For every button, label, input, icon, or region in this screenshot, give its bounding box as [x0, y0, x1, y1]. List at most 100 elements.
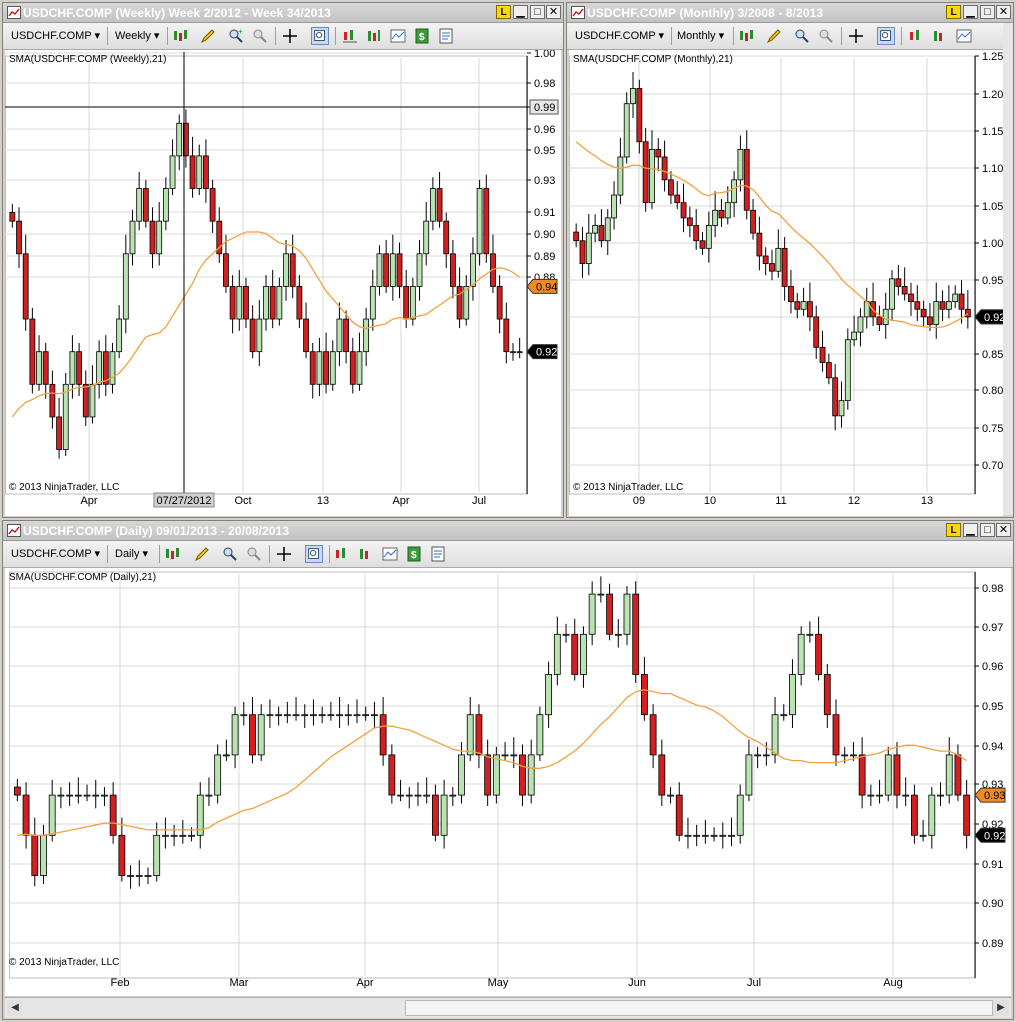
monthly-copyright: © 2013 NinjaTrader, LLC [573, 482, 684, 493]
candle-down [675, 794, 683, 836]
candle-up [476, 188, 483, 255]
indicators-icon[interactable] [907, 27, 925, 45]
candle-down [699, 240, 706, 249]
interval-selector[interactable]: Monthly ▾ [677, 27, 724, 45]
maximize-button[interactable]: □ [980, 523, 995, 537]
sma-value-tag: 0.94 [526, 278, 558, 294]
zoom-out-icon[interactable] [251, 27, 269, 45]
monthly-chart-canvas[interactable]: 1.251.201.151.101.051.000.950.900.850.80… [569, 50, 1003, 516]
x-tick-label: 13 [317, 495, 329, 507]
link-button[interactable]: L [496, 5, 511, 19]
candle-up [92, 794, 100, 797]
candle-up [176, 122, 183, 157]
last-price-tag: 0.92 [974, 309, 1003, 325]
interval-selector[interactable]: Daily ▾ [115, 545, 148, 563]
scroll-thumb[interactable] [405, 1000, 993, 1016]
monthly-vertical-scrollbar[interactable] [1003, 23, 1013, 515]
zoom-out-icon[interactable] [817, 27, 835, 45]
candle-down [693, 225, 700, 242]
close-button[interactable]: ✕ [996, 5, 1011, 19]
properties-icon[interactable] [429, 545, 447, 563]
instrument-selector[interactable]: USDCHF.COMP ▾ [11, 545, 100, 563]
crosshair-icon[interactable] [281, 27, 299, 45]
data-box-icon[interactable] [877, 27, 895, 45]
link-button[interactable]: L [946, 5, 961, 19]
crosshair-icon[interactable] [847, 27, 865, 45]
candle-down [249, 714, 256, 756]
close-button[interactable]: ✕ [996, 523, 1011, 537]
candle-down [118, 834, 126, 876]
weekly-chart-canvas[interactable]: 1.000.980.970.960.950.930.910.900.890.88… [5, 50, 561, 516]
strategies-icon[interactable] [365, 27, 383, 45]
instrument-selector[interactable]: USDCHF.COMP ▾ [575, 27, 664, 45]
order-entry-icon[interactable]: $ [413, 27, 431, 45]
candle-down [958, 293, 965, 310]
pencil-draw-icon[interactable] [765, 27, 783, 45]
monthly-title-bar[interactable]: USDCHF.COMP (Monthly) 3/2008 - 8/2013 L … [567, 3, 1013, 23]
svg-text:+: + [238, 27, 243, 36]
candle-down [579, 240, 586, 264]
daily-window-title: USDCHF.COMP (Daily) 09/01/2013 - 20/08/2… [23, 524, 290, 538]
candle-down [475, 714, 483, 756]
candle-down [56, 416, 62, 450]
candle-up [889, 278, 895, 310]
strategies-icon[interactable] [357, 545, 375, 563]
indicators-icon[interactable] [341, 27, 359, 45]
pencil-draw-icon[interactable] [193, 545, 211, 563]
chart-style-icon[interactable] [163, 545, 181, 563]
indicators-icon[interactable] [333, 545, 351, 563]
candle-up [851, 331, 858, 341]
candle-up [266, 714, 274, 717]
daily-copyright: © 2013 NinjaTrader, LLC [9, 957, 120, 968]
candle-down [954, 754, 962, 796]
plot-area [9, 571, 976, 979]
maximize-button[interactable]: □ [530, 5, 545, 19]
candle-down [606, 593, 613, 635]
candle-down [674, 194, 681, 204]
daily-horizontal-scrollbar[interactable]: ◀ ▶ [5, 997, 1011, 1018]
pencil-draw-icon[interactable] [199, 27, 217, 45]
chart-properties-icon[interactable] [955, 27, 973, 45]
candle-up [527, 754, 535, 796]
maximize-button[interactable]: □ [980, 5, 995, 19]
interval-label: Monthly [677, 30, 716, 42]
minimize-button[interactable]: ▁ [963, 523, 978, 537]
candle-up [562, 633, 570, 636]
candle-up [440, 794, 448, 836]
zoom-in-icon[interactable] [793, 27, 811, 45]
instrument-selector[interactable]: USDCHF.COMP ▾ [11, 27, 100, 45]
zoom-in-icon[interactable]: + [227, 27, 245, 45]
chart-style-icon[interactable] [737, 27, 755, 45]
strategies-icon[interactable] [931, 27, 949, 45]
link-button[interactable]: L [946, 523, 961, 537]
close-button[interactable]: ✕ [546, 5, 561, 19]
data-box-icon[interactable] [305, 545, 323, 563]
daily-chart-panel[interactable]: 0.98 0.97 0.96 0.95 0.94 0.93 0.92 0.91 0.90 0.89… [5, 568, 1011, 996]
daily-chart-canvas[interactable]: 0.98 0.97 0.96 0.95 0.94 0.93 0.92 0.91 0.90 0.89… [5, 568, 1011, 996]
minimize-button[interactable]: ▁ [963, 5, 978, 19]
chart-style-icon[interactable] [171, 27, 189, 45]
properties-icon[interactable] [437, 27, 455, 45]
crosshair-icon[interactable] [275, 545, 293, 563]
weekly-chart-panel[interactable]: 1.000.980.970.960.950.930.910.900.890.88… [5, 50, 561, 516]
chart-properties-icon[interactable] [381, 545, 399, 563]
daily-title-bar[interactable]: USDCHF.COMP (Daily) 09/01/2013 - 20/08/2… [3, 521, 1013, 541]
zoom-out-icon[interactable] [245, 545, 263, 563]
monthly-chart-panel[interactable]: 1.251.201.151.101.051.000.950.900.850.80… [569, 50, 1003, 516]
minimize-button[interactable]: ▁ [513, 5, 528, 19]
candle-down [303, 318, 309, 353]
chart-properties-icon[interactable] [389, 27, 407, 45]
candle-down [756, 232, 763, 257]
y-tick-label: 1.15 [982, 126, 1003, 138]
scroll-right-arrow-icon[interactable]: ▶ [993, 1000, 1009, 1016]
x-tick-label: 10 [704, 495, 716, 507]
zoom-in-icon[interactable] [221, 545, 239, 563]
data-box-icon[interactable] [311, 27, 329, 45]
candle-down [76, 351, 82, 385]
order-entry-icon[interactable]: $ [405, 545, 423, 563]
candle-up [841, 754, 849, 757]
candle-down [243, 286, 249, 320]
interval-selector[interactable]: Weekly ▾ [115, 27, 159, 45]
weekly-title-bar[interactable]: USDCHF.COMP (Weekly) Week 2/2012 - Week … [3, 3, 563, 23]
scroll-left-arrow-icon[interactable]: ◀ [7, 1000, 23, 1016]
